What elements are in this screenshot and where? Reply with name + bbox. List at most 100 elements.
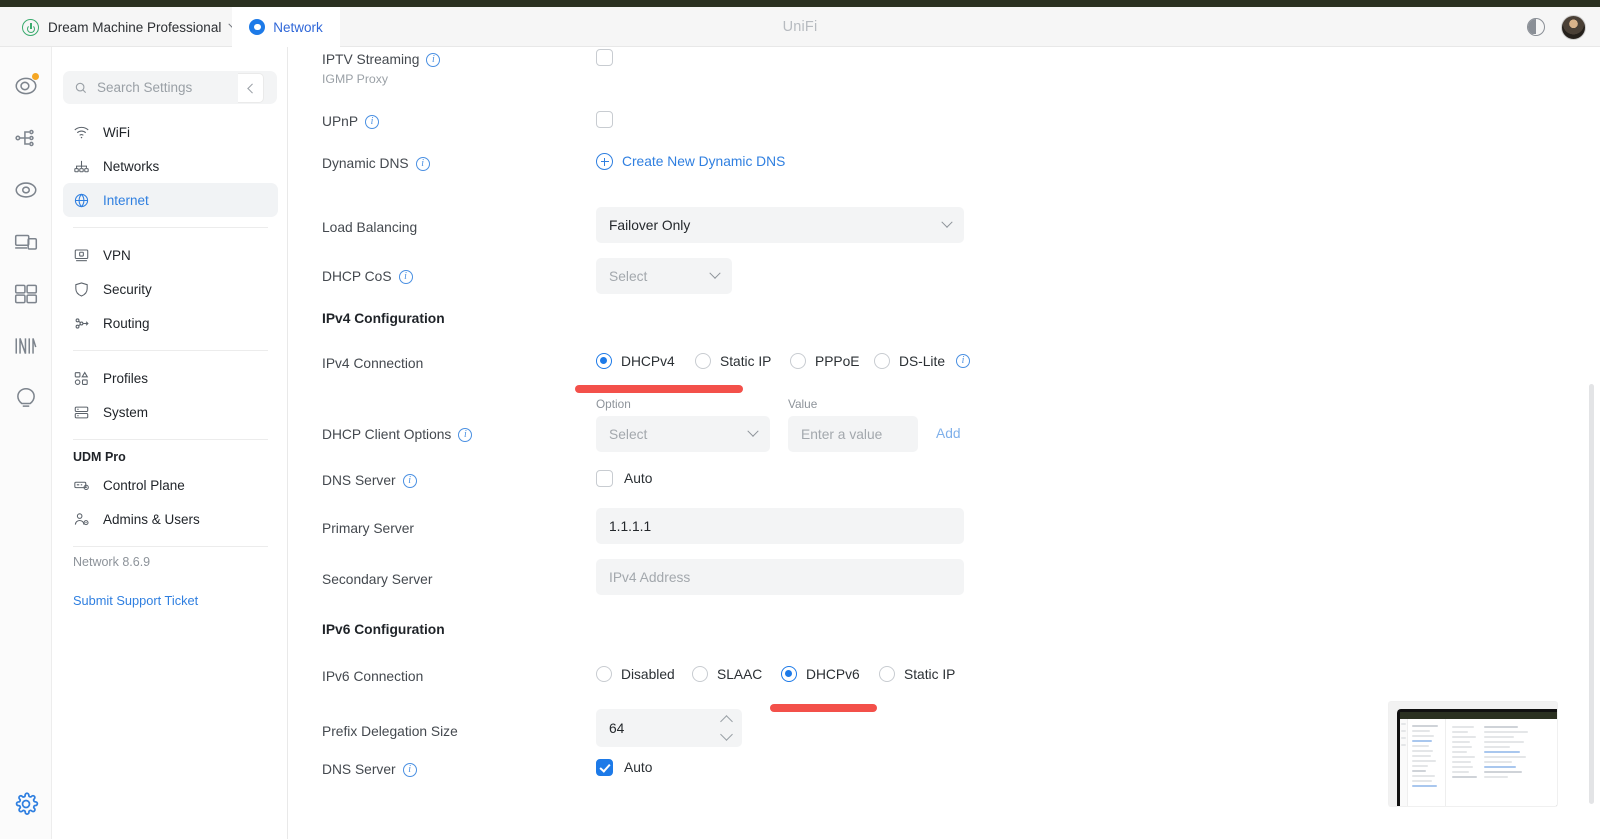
- sidebar-item-wifi[interactable]: WiFi: [63, 115, 278, 149]
- spinner-down-arrow[interactable]: [720, 728, 733, 741]
- spinner-up-arrow[interactable]: [720, 715, 733, 728]
- content-scrollbar[interactable]: [1589, 384, 1594, 804]
- dns-server-ipv4-text: DNS Server: [322, 473, 396, 488]
- settings-gear-icon[interactable]: [13, 791, 39, 817]
- radio-slaac-label: SLAAC: [717, 666, 763, 682]
- dhcp-cos-select[interactable]: Select: [596, 258, 732, 294]
- screen-share-thumbnail[interactable]: [1389, 702, 1557, 806]
- sidebar-item-label: Profiles: [103, 370, 149, 386]
- ipv6-connection-label: IPv6 Connection: [322, 669, 423, 684]
- info-icon[interactable]: i: [415, 156, 430, 171]
- unifi-network-settings-screen: Dream Machine Professional Network UniFi: [0, 0, 1600, 839]
- dns-server-ipv6-auto-checkbox[interactable]: [596, 759, 613, 776]
- ipv4-connection-text: IPv4 Connection: [322, 356, 424, 371]
- client-devices-icon[interactable]: [13, 229, 39, 255]
- sidebar-item-networks[interactable]: Networks: [63, 149, 278, 183]
- prefix-delegation-size-value: 64: [609, 720, 625, 736]
- dhcp-option-select[interactable]: Select: [596, 416, 770, 452]
- radio-dhcpv6[interactable]: DHCPv6: [781, 666, 879, 682]
- row-dns-server-ipv4: DNS Server i Auto: [322, 470, 1022, 490]
- primary-server-input[interactable]: 1.1.1.1: [596, 508, 964, 544]
- radio-ipv6-static-ip[interactable]: Static IP: [879, 666, 955, 682]
- sidebar-item-security[interactable]: Security: [63, 272, 278, 306]
- dhcp-client-options-label: DHCP Client Options i: [322, 427, 473, 442]
- info-icon[interactable]: i: [458, 427, 473, 442]
- globe-icon: [74, 193, 89, 207]
- row-iptv-streaming: IPTV Streaming i IGMP Proxy: [322, 49, 1022, 86]
- tab-network[interactable]: Network: [232, 7, 340, 47]
- radio-ds-lite[interactable]: DS-Lite i: [874, 353, 971, 369]
- spinner-arrows-icon[interactable]: [720, 715, 733, 741]
- dns-server-ipv4-auto-row[interactable]: Auto: [596, 470, 652, 487]
- info-icon[interactable]: i: [956, 354, 971, 368]
- dynamic-dns-label: Dynamic DNS i: [322, 156, 430, 171]
- sidebar-item-control-plane[interactable]: Control Plane: [63, 468, 278, 502]
- sidebar-divider: [73, 439, 268, 440]
- pip-monitor-frame: [1397, 709, 1557, 806]
- sidebar-item-label: Security: [103, 281, 152, 297]
- radio-dhcpv4-label: DHCPv4: [621, 353, 675, 369]
- row-ipv6-connection: IPv6 Connection Disabled SLAAC DHCPv6 St…: [322, 666, 1022, 686]
- radio-slaac[interactable]: SLAAC: [692, 666, 781, 682]
- sidebar-item-profiles[interactable]: Profiles: [63, 361, 278, 395]
- secondary-server-input[interactable]: IPv4 Address: [596, 559, 964, 595]
- devices-icon[interactable]: [13, 177, 39, 203]
- dns-server-ipv6-auto-row[interactable]: Auto: [596, 759, 652, 776]
- secondary-server-text: Secondary Server: [322, 572, 433, 587]
- dns-server-ipv4-label: DNS Server i: [322, 473, 417, 488]
- load-balancing-select[interactable]: Failover Only: [596, 207, 964, 243]
- info-icon[interactable]: i: [398, 269, 413, 284]
- sidebar-item-internet[interactable]: Internet: [63, 183, 278, 217]
- row-dns-server-ipv6: DNS Server i Auto: [322, 759, 1022, 779]
- sidebar-collapse-button[interactable]: [238, 73, 264, 103]
- radio-dhcpv4[interactable]: DHCPv4: [596, 353, 695, 369]
- hotspot-icon[interactable]: [13, 385, 39, 411]
- prefix-delegation-size-stepper[interactable]: 64: [596, 709, 742, 747]
- row-primary-server: Primary Server 1.1.1.1: [322, 508, 1022, 544]
- insights-icon[interactable]: [13, 333, 39, 359]
- upnp-checkbox[interactable]: [596, 111, 613, 129]
- row-dhcp-cos: DHCP CoS i Select: [322, 258, 1022, 294]
- info-icon[interactable]: i: [402, 473, 417, 488]
- radio-pppoe-label: PPPoE: [815, 353, 860, 369]
- radio-disabled-label: Disabled: [621, 666, 675, 682]
- ipv6-connection-text: IPv6 Connection: [322, 669, 424, 684]
- dhcp-cos-label: DHCP CoS i: [322, 269, 413, 284]
- sidebar-item-admins-users[interactable]: Admins & Users: [63, 502, 278, 536]
- upnp-text: UPnP: [322, 114, 359, 129]
- ipv4-connection-label: IPv4 Connection: [322, 356, 423, 371]
- create-new-dynamic-dns-button[interactable]: Create New Dynamic DNS: [596, 153, 785, 170]
- routing-icon: [75, 317, 89, 329]
- info-icon[interactable]: i: [426, 52, 441, 67]
- chevron-down-icon: [709, 267, 721, 279]
- dashboard-icon[interactable]: [13, 72, 40, 99]
- app-icon-rail: [0, 47, 52, 839]
- chevron-down-icon: [747, 425, 759, 437]
- contrast-toggle-icon[interactable]: [1527, 18, 1545, 36]
- dhcp-option-field-label: Option: [596, 397, 631, 411]
- radio-dhcpv4-indicator: [596, 353, 612, 369]
- radio-static-ip[interactable]: Static IP: [695, 353, 790, 369]
- secondary-server-placeholder: IPv4 Address: [609, 569, 691, 585]
- radio-dhcpv6-label: DHCPv6: [806, 666, 860, 682]
- dhcp-add-button[interactable]: Add: [936, 426, 961, 452]
- dhcp-value-input[interactable]: Enter a value: [788, 416, 918, 452]
- prefix-delegation-size-text: Prefix Delegation Size: [322, 724, 458, 739]
- sidebar-item-system[interactable]: System: [63, 395, 278, 429]
- console-name: Dream Machine Professional: [48, 19, 222, 35]
- radio-disabled[interactable]: Disabled: [596, 666, 692, 682]
- sidebar-item-routing[interactable]: Routing: [63, 306, 278, 340]
- submit-support-ticket-link[interactable]: Submit Support Ticket: [73, 593, 198, 608]
- info-icon[interactable]: i: [365, 114, 380, 129]
- sidebar-item-vpn[interactable]: VPN: [63, 238, 278, 272]
- apps-grid-icon[interactable]: [13, 281, 39, 307]
- dns-server-ipv4-auto-checkbox[interactable]: [596, 470, 613, 487]
- iptv-streaming-checkbox[interactable]: [596, 49, 613, 67]
- topology-icon[interactable]: [13, 125, 39, 151]
- radio-pppoe[interactable]: PPPoE: [790, 353, 874, 369]
- info-icon[interactable]: i: [402, 762, 417, 777]
- dhcp-option-group: Option Select: [596, 397, 770, 452]
- console-selector[interactable]: Dream Machine Professional: [10, 7, 250, 47]
- user-avatar[interactable]: [1561, 14, 1586, 40]
- upnp-label: UPnP i: [322, 114, 380, 129]
